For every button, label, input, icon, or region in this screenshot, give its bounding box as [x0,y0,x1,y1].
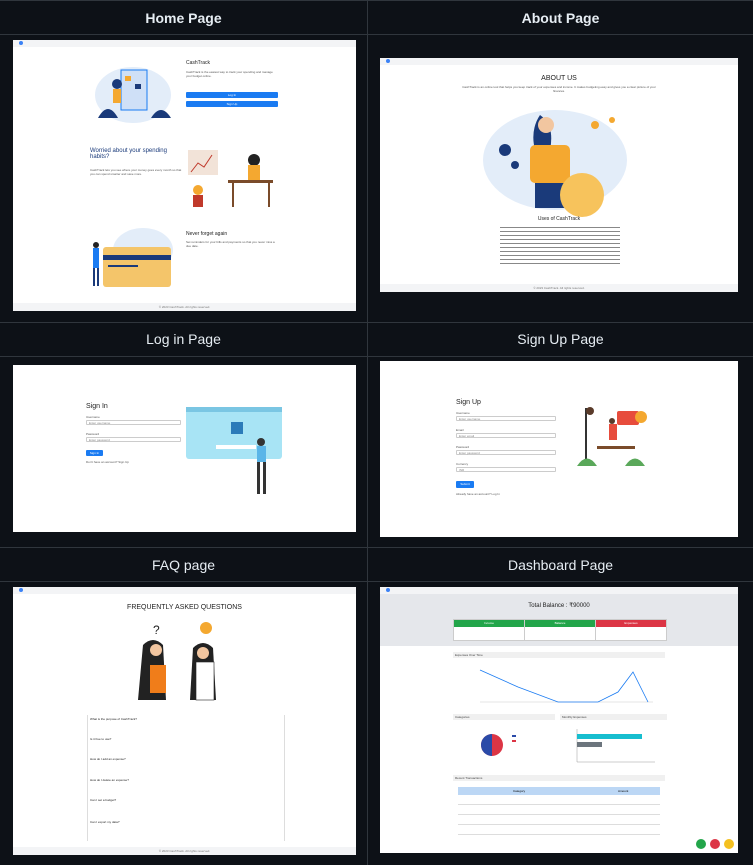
bar-chart [576,729,655,763]
signin-button[interactable]: Sign In [86,450,103,456]
worried-title: Worried about your spending habits? [90,148,167,160]
section-header-home: Home Page [145,10,222,26]
worried-text: CashTrack lets you see where your money … [90,168,182,176]
faq-page-screenshot: FREQUENTLY ASKED QUESTIONS ? What is the… [13,587,356,855]
transactions-table-header: Category Amount [458,787,660,795]
username-input[interactable]: Enter username [86,420,181,425]
dashboard-page-screenshot: Total Balance : ₹90000 Income Balance Ex… [380,587,738,853]
uses-title: Uses of CashTrack [537,216,581,222]
signup-page-screenshot: Sign Up Username Enter username Email En… [380,361,738,537]
row-divider [0,581,753,582]
logo-icon [19,588,23,593]
row-divider [0,34,753,35]
row-divider [0,0,753,1]
column-divider [367,0,368,865]
faq-question[interactable]: How do I add an expense? [90,757,126,761]
currency-label: Currency [456,462,469,466]
income-card: Income [453,619,525,641]
never-title: Never forget again [186,231,228,237]
pie-chart [481,734,516,756]
line-chart-header: Expenses Over Time [453,652,665,658]
section-header-signup: Sign Up Page [517,331,604,347]
about-navbar [380,58,738,65]
section-header-login: Log in Page [146,331,221,347]
password-input[interactable]: Enter password [86,437,181,442]
signup-title: Sign Up [456,399,481,406]
signup-name-input[interactable]: Enter username [456,416,556,421]
svg-text:?: ? [153,623,160,637]
hero-title: CashTrack [186,60,210,66]
total-balance: Total Balance : ₹90000 [528,603,590,609]
faq-question[interactable]: What is the purpose of CashTrack? [90,717,137,721]
login-page-screenshot: Sign In Username Enter username Password… [13,365,356,532]
faq-question[interactable]: Can I export my data? [90,820,120,824]
signup-name-label: Username [456,411,470,415]
logo-icon [386,588,390,593]
faq-navbar [13,587,356,594]
about-title: ABOUT US [541,75,577,82]
transactions-table-body [458,795,660,843]
trading-illustration [188,150,273,207]
faq-illustration: ? [138,622,216,701]
logo-icon [386,59,390,64]
signup-link[interactable]: Don't have an account? Sign Up [86,460,129,464]
income-card-header: Income [454,620,524,627]
login-button[interactable]: Log In [186,92,278,98]
login-title: Sign In [86,403,108,410]
submit-button[interactable]: Submit [456,481,474,488]
logo-icon [19,41,23,46]
home-navbar [13,40,356,47]
expense-card-header: Expenses [596,620,666,627]
about-page-screenshot: ABOUT US CashTrack is an online tool tha… [380,58,738,292]
signup-email-input[interactable]: Enter email [456,433,556,438]
login-link[interactable]: Already have an account? Log In [456,492,500,496]
signup-password-label: Password [456,445,470,449]
currency-select[interactable]: INR [456,467,556,472]
home-footer: © 2023 CashTrack. All rights reserved. [13,303,356,311]
signup-email-label: Email [456,428,464,432]
balance-card: Balance [524,619,596,641]
amount-column-header: Amount [618,789,629,793]
uses-list [500,225,620,265]
faq-question[interactable]: Is it free to use? [90,737,111,741]
table-header-bar: Recent Transactions [453,775,665,781]
row-divider [0,356,753,357]
floating-button-yellow[interactable] [724,839,734,849]
dashboard-navbar [380,587,738,594]
signup-button[interactable]: Sign Up [186,101,278,107]
balance-card-header: Balance [525,620,595,627]
bar-chart-header: Monthly Expenses [560,714,667,720]
floating-button-red[interactable] [710,839,720,849]
signup-password-input[interactable]: Enter password [456,450,556,455]
faq-list: What is the purpose of CashTrack? Is it … [87,715,285,841]
password-label: Password [86,432,100,436]
budget-illustration [95,67,171,123]
line-chart [479,669,653,703]
section-header-dashboard: Dashboard Page [507,557,614,573]
faq-footer: © 2023 CashTrack. All rights reserved. [13,847,356,855]
expense-card: Expenses [595,619,667,641]
faq-question[interactable]: Can I set a budget? [90,798,116,802]
section-header-about: About Page [521,10,600,26]
pie-chart-header: Categories [453,714,555,720]
signup-illustration [577,407,647,466]
card-illustration [93,228,173,287]
faq-question[interactable]: How do I delete an expense? [90,778,129,782]
screenshot-grid: Home Page About Page Log in Page Sign Up… [0,0,753,865]
hero-text: CashTrack is the easiest way to track yo… [186,70,273,78]
login-illustration [186,407,282,494]
about-illustration [483,110,627,217]
never-text: Set reminders for your bills and payment… [186,240,275,248]
home-page-screenshot: CashTrack CashTrack is the easiest way t… [13,40,356,311]
section-header-faq: FAQ page [151,557,216,573]
floating-button-green[interactable] [696,839,706,849]
username-label: Username [86,415,100,419]
about-footer: © 2023 CashTrack. All rights reserved. [380,284,738,292]
category-column-header: Category [513,789,526,793]
faq-title: FREQUENTLY ASKED QUESTIONS [127,604,242,611]
row-divider [0,547,753,548]
about-text: CashTrack is an online tool that helps y… [462,85,656,93]
